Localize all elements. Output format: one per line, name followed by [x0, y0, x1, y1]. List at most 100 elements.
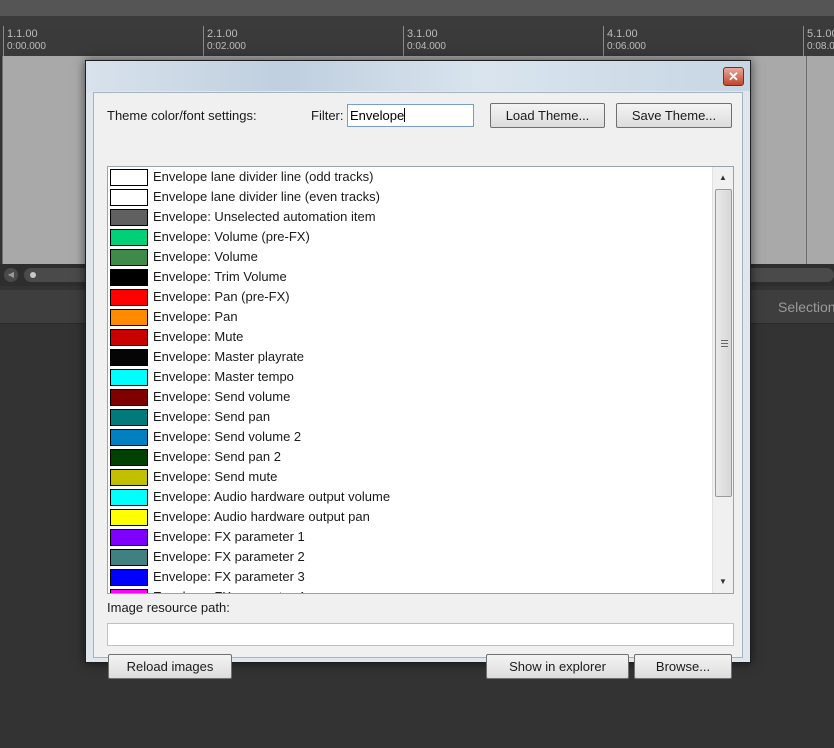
- color-swatch[interactable]: [110, 489, 148, 506]
- theme-color-row[interactable]: Envelope: Send volume: [108, 387, 708, 407]
- theme-color-row[interactable]: Envelope lane divider line (odd tracks): [108, 167, 708, 187]
- close-button[interactable]: ✕: [723, 67, 744, 86]
- color-swatch[interactable]: [110, 389, 148, 406]
- theme-color-row[interactable]: Envelope: Volume (pre-FX): [108, 227, 708, 247]
- ruler-mark: 2.1.00 0:02.000: [203, 26, 246, 56]
- color-swatch[interactable]: [110, 189, 148, 206]
- ruler-time-label: 0:00.000: [7, 41, 46, 52]
- ruler-bar-label: 2.1.00: [207, 28, 238, 40]
- theme-color-label: Envelope: Send volume 2: [153, 429, 302, 444]
- reload-images-button[interactable]: Reload images: [108, 654, 232, 679]
- color-swatch[interactable]: [110, 369, 148, 386]
- theme-color-label: Envelope: Audio hardware output volume: [153, 489, 391, 504]
- filter-value: Envelope: [350, 108, 405, 123]
- filter-label: Filter:: [311, 108, 344, 123]
- browse-button[interactable]: Browse...: [634, 654, 732, 679]
- color-swatch[interactable]: [110, 329, 148, 346]
- theme-color-row[interactable]: Envelope: Pan (pre-FX): [108, 287, 708, 307]
- text-caret: [404, 108, 406, 122]
- color-swatch[interactable]: [110, 349, 148, 366]
- dialog-titlebar[interactable]: ✕: [86, 61, 750, 91]
- theme-color-row[interactable]: Envelope: Send pan 2: [108, 447, 708, 467]
- list-vertical-scrollbar[interactable]: ▲ ▼: [712, 167, 733, 593]
- theme-color-label: Envelope: Pan: [153, 309, 238, 324]
- color-swatch[interactable]: [110, 229, 148, 246]
- color-swatch[interactable]: [110, 529, 148, 546]
- color-swatch[interactable]: [110, 449, 148, 466]
- color-swatch[interactable]: [110, 589, 148, 593]
- theme-color-row[interactable]: Envelope: FX parameter 2: [108, 547, 708, 567]
- selection-label: Selection: [778, 299, 834, 315]
- color-swatch[interactable]: [110, 209, 148, 226]
- color-swatch[interactable]: [110, 249, 148, 266]
- theme-color-row[interactable]: Envelope: Audio hardware output pan: [108, 507, 708, 527]
- theme-color-label: Envelope: FX parameter 4: [153, 589, 305, 593]
- theme-color-row[interactable]: Envelope: Send mute: [108, 467, 708, 487]
- filter-input[interactable]: Envelope: [347, 104, 474, 127]
- dialog-client-area: Theme color/font settings: Filter: Envel…: [93, 92, 743, 679]
- ruler-mark: 1.1.00 0:00.000: [3, 26, 46, 56]
- ruler-bar-label: 4.1.00: [607, 28, 638, 40]
- timeline-ruler[interactable]: 1.1.00 0:00.000 2.1.00 0:02.000 3.1.00 0…: [0, 26, 834, 56]
- theme-color-label: Envelope: Audio hardware output pan: [153, 509, 370, 524]
- theme-color-label: Envelope: Unselected automation item: [153, 209, 376, 224]
- theme-color-label: Envelope: Mute: [153, 329, 244, 344]
- save-theme-button[interactable]: Save Theme...: [616, 103, 732, 128]
- theme-color-label: Envelope: Send volume: [153, 389, 291, 404]
- theme-color-label: Envelope: Pan (pre-FX): [153, 289, 290, 304]
- scroll-thumb[interactable]: [715, 189, 732, 497]
- theme-color-label: Envelope: Volume (pre-FX): [153, 229, 310, 244]
- theme-color-label: Envelope: FX parameter 3: [153, 569, 305, 584]
- color-swatch[interactable]: [110, 509, 148, 526]
- scroll-up-icon[interactable]: ▲: [713, 169, 733, 187]
- grip-line: [721, 340, 728, 341]
- theme-color-row[interactable]: Envelope: Master tempo: [108, 367, 708, 387]
- theme-color-row[interactable]: Envelope: Master playrate: [108, 347, 708, 367]
- ruler-mark: 4.1.00 0:06.000: [603, 26, 646, 56]
- theme-settings-label: Theme color/font settings:: [107, 108, 257, 123]
- ruler-time-label: 0:02.000: [207, 41, 246, 52]
- theme-color-row[interactable]: Envelope: Audio hardware output volume: [108, 487, 708, 507]
- theme-color-row[interactable]: Envelope: FX parameter 1: [108, 527, 708, 547]
- ruler-mark: 5.1.00 0:08.000: [803, 26, 834, 56]
- grip-line: [721, 343, 728, 344]
- theme-color-label: Envelope: FX parameter 2: [153, 549, 305, 564]
- arrange-gridline: [2, 56, 3, 264]
- theme-color-row[interactable]: Envelope: Unselected automation item: [108, 207, 708, 227]
- daw-top-bar: [0, 0, 834, 16]
- theme-color-list[interactable]: Envelope lane divider line (odd tracks) E…: [107, 166, 734, 594]
- theme-color-label: Envelope: Send mute: [153, 469, 278, 484]
- load-theme-button[interactable]: Load Theme...: [490, 103, 605, 128]
- color-swatch[interactable]: [110, 569, 148, 586]
- theme-color-row[interactable]: Envelope lane divider line (even tracks): [108, 187, 708, 207]
- color-swatch[interactable]: [110, 289, 148, 306]
- theme-color-row[interactable]: Envelope: FX parameter 4: [108, 587, 708, 593]
- color-swatch[interactable]: [110, 169, 148, 186]
- theme-color-row[interactable]: Envelope: Send pan: [108, 407, 708, 427]
- theme-color-row[interactable]: Envelope: Mute: [108, 327, 708, 347]
- theme-color-label: Envelope: Send pan 2: [153, 449, 281, 464]
- color-swatch[interactable]: [110, 549, 148, 566]
- theme-color-label: Envelope: Master playrate: [153, 349, 305, 364]
- theme-color-label: Envelope: Send pan: [153, 409, 271, 424]
- theme-settings-dialog: ✕ Theme color/font settings: Filter: Env…: [85, 60, 751, 679]
- theme-color-row[interactable]: Envelope: Send volume 2: [108, 427, 708, 447]
- color-swatch[interactable]: [110, 409, 148, 426]
- scroll-down-icon[interactable]: ▼: [713, 573, 733, 591]
- scroll-left-icon[interactable]: ◀: [4, 268, 18, 282]
- theme-color-row[interactable]: Envelope: Pan: [108, 307, 708, 327]
- theme-color-label: Envelope lane divider line (even tracks): [153, 189, 380, 204]
- image-path-input[interactable]: [107, 623, 734, 646]
- color-swatch[interactable]: [110, 309, 148, 326]
- ruler-time-label: 0:04.000: [407, 41, 446, 52]
- color-swatch[interactable]: [110, 429, 148, 446]
- scroll-thumb[interactable]: [30, 272, 36, 278]
- theme-color-row[interactable]: Envelope: FX parameter 3: [108, 567, 708, 587]
- color-swatch[interactable]: [110, 469, 148, 486]
- theme-color-row[interactable]: Envelope: Trim Volume: [108, 267, 708, 287]
- image-path-label: Image resource path:: [107, 600, 230, 615]
- theme-color-row[interactable]: Envelope: Volume: [108, 247, 708, 267]
- show-in-explorer-button[interactable]: Show in explorer: [486, 654, 629, 679]
- color-swatch[interactable]: [110, 269, 148, 286]
- theme-color-label: Envelope: Volume: [153, 249, 258, 264]
